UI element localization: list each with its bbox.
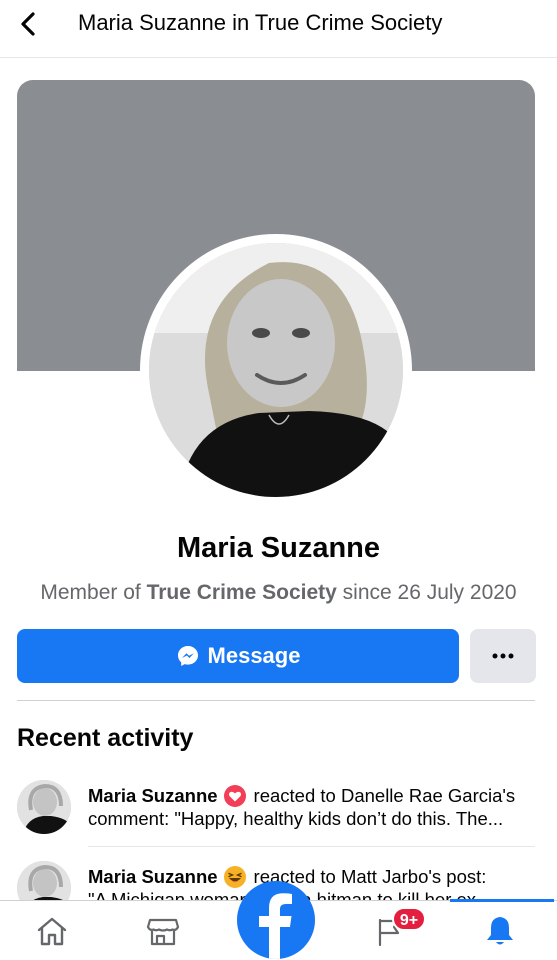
recent-activity-title: Recent activity xyxy=(17,724,194,752)
nav-notifications[interactable] xyxy=(465,901,535,960)
member-prefix: Member of xyxy=(40,581,147,604)
activity-actor[interactable]: Maria Suzanne xyxy=(88,865,218,888)
nav-home[interactable] xyxy=(17,901,87,960)
back-button[interactable] xyxy=(14,10,42,38)
membership-info: Member of True Crime Society since 26 Ju… xyxy=(0,578,557,608)
section-divider xyxy=(17,700,535,701)
love-reaction-icon xyxy=(223,784,246,807)
group-name-link[interactable]: True Crime Society xyxy=(147,581,337,604)
member-since: since 26 July 2020 xyxy=(336,581,517,604)
profile-name: Maria Suzanne xyxy=(176,532,381,564)
activity-description: reacted to Danelle Rae Garcia's xyxy=(253,785,516,806)
notifications-bell-icon xyxy=(487,917,513,945)
notification-badge: 9+ xyxy=(392,907,426,931)
message-button[interactable]: Message xyxy=(17,629,459,683)
marketplace-icon xyxy=(146,918,180,946)
facebook-logo-icon xyxy=(259,893,292,959)
activity-item[interactable]: Maria Suzanne reacted to Danelle Rae Gar… xyxy=(17,780,537,840)
top-bar: Maria Suzanne in True Crime Society xyxy=(0,0,557,58)
activity-snippet: comment: "Happy, healthy kids don’t do t… xyxy=(88,808,504,829)
messenger-icon xyxy=(176,644,200,668)
avatar xyxy=(17,780,71,834)
more-dots-icon xyxy=(492,653,514,659)
active-tab-indicator xyxy=(450,899,554,902)
list-divider xyxy=(88,846,535,847)
home-icon xyxy=(37,917,67,946)
message-label: Message xyxy=(207,643,301,668)
facebook-logo-button[interactable] xyxy=(237,881,315,959)
more-options-button[interactable] xyxy=(470,629,536,683)
activity-actor[interactable]: Maria Suzanne xyxy=(88,784,218,807)
profile-avatar[interactable] xyxy=(149,243,403,497)
page-title: Maria Suzanne in True Crime Society xyxy=(78,10,443,35)
haha-reaction-icon xyxy=(223,865,246,888)
chevron-left-icon xyxy=(21,12,35,36)
nav-marketplace[interactable] xyxy=(128,901,198,960)
